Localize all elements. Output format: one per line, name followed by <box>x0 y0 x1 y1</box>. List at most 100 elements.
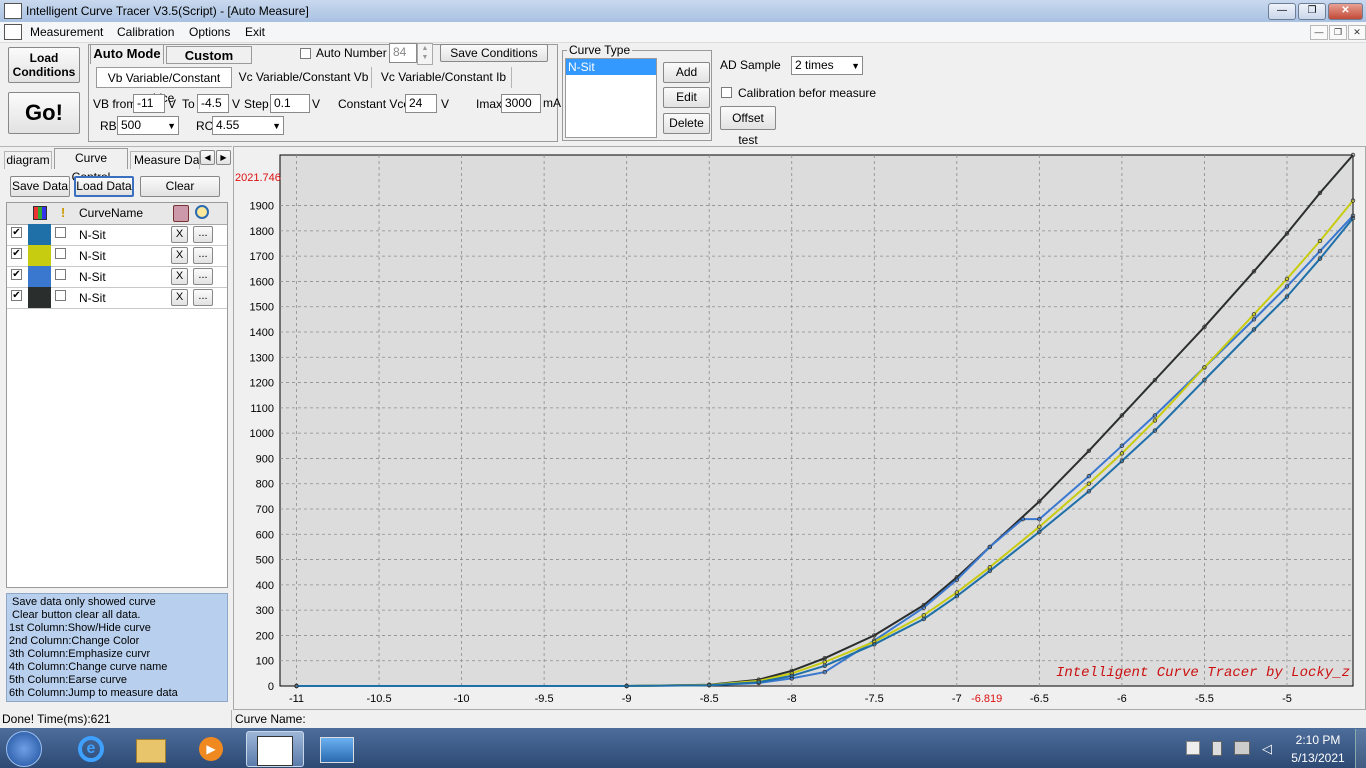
delete-button[interactable]: Delete <box>663 113 710 134</box>
curve-color-swatch[interactable] <box>28 224 51 245</box>
save-conditions-button[interactable]: Save Conditions <box>440 44 548 62</box>
clock-time[interactable]: 2:10 PM <box>1288 733 1348 747</box>
taskbar-ie-icon[interactable]: e <box>62 731 120 767</box>
action-center-icon[interactable] <box>1186 741 1200 755</box>
jump-to-data-button[interactable]: ... <box>193 289 213 306</box>
curve-name-status: Curve Name: <box>235 712 306 726</box>
show-curve-checkbox[interactable]: ✔ <box>11 290 22 301</box>
auto-number-checkbox[interactable] <box>300 48 311 59</box>
mdi-restore-icon[interactable]: ❐ <box>1329 25 1347 40</box>
imax-label: Imax <box>476 97 503 111</box>
curve-color-swatch[interactable] <box>28 287 51 308</box>
curve-name[interactable]: N-Sit <box>79 249 106 263</box>
tab-scroll-left-icon[interactable]: ◀ <box>200 150 215 165</box>
mdi-doc-icon[interactable] <box>4 24 22 40</box>
rb-chevron-down-icon[interactable]: ▼ <box>167 119 176 133</box>
auto-number-spinner[interactable]: ▲ ▼ <box>417 43 433 65</box>
clock-date[interactable]: 5/13/2021 <box>1284 751 1352 765</box>
help-line: 1st Column:Show/Hide curve <box>9 622 151 634</box>
tab-diagram[interactable]: diagram <box>4 151 52 169</box>
add-button[interactable]: Add <box>663 62 710 83</box>
jump-to-data-button[interactable]: ... <box>193 268 213 285</box>
close-button[interactable]: ✕ <box>1328 3 1363 20</box>
show-curve-checkbox[interactable]: ✔ <box>11 248 22 259</box>
jump-to-data-button[interactable]: ... <box>193 247 213 264</box>
vb-from-input[interactable]: -11 <box>133 94 165 113</box>
curve-name[interactable]: N-Sit <box>79 291 106 305</box>
to-unit: V <box>232 97 241 111</box>
show-desktop-button[interactable] <box>1355 729 1366 768</box>
load-conditions-button[interactable]: Load Conditions <box>8 47 80 83</box>
curve-name[interactable]: N-Sit <box>79 270 106 284</box>
mdi-close-icon[interactable]: ✕ <box>1348 25 1366 40</box>
volume-icon[interactable]: ◁ <box>1262 741 1272 757</box>
tab-vb-variable[interactable]: Vb Variable/Constant Vce <box>96 67 232 105</box>
erase-curve-button[interactable]: X <box>171 247 188 264</box>
help-line: 6th Column:Jump to measure data <box>9 687 178 699</box>
imax-input[interactable]: 3000 <box>501 94 541 113</box>
emphasize-checkbox[interactable] <box>55 248 66 259</box>
jump-to-data-button[interactable]: ... <box>193 226 213 243</box>
load-data-button[interactable]: Load Data <box>74 176 134 197</box>
menu-calibration[interactable]: Calibration <box>117 25 174 39</box>
erase-curve-button[interactable]: X <box>171 226 188 243</box>
curve-type-list[interactable]: N-Sit <box>565 58 657 138</box>
taskbar-media-player-icon[interactable]: ▶ <box>182 731 240 767</box>
y-tick-label: 400 <box>256 580 274 592</box>
menu-exit[interactable]: Exit <box>245 25 265 39</box>
usb-device-icon[interactable] <box>1212 741 1222 756</box>
erase-curve-button[interactable]: X <box>171 289 188 306</box>
taskbar-explorer-icon[interactable] <box>122 731 180 767</box>
show-curve-checkbox[interactable]: ✔ <box>11 227 22 238</box>
tab-scroll-right-icon[interactable]: ▶ <box>216 150 231 165</box>
edit-button[interactable]: Edit <box>663 87 710 108</box>
menu-measurement[interactable]: Measurement <box>30 25 103 39</box>
tabs-divider <box>0 146 232 147</box>
erase-curve-button[interactable]: X <box>171 268 188 285</box>
menu-options[interactable]: Options <box>189 25 230 39</box>
save-data-button[interactable]: Save Data <box>10 176 70 197</box>
curve-name[interactable]: N-Sit <box>79 228 106 242</box>
auto-number-input[interactable]: 84 <box>389 43 417 63</box>
restore-button[interactable]: ❐ <box>1298 3 1326 20</box>
tab-vc-variable-ib[interactable]: Vc Variable/Constant Ib <box>376 67 512 88</box>
calibration-checkbox[interactable] <box>721 87 732 98</box>
tab-measure-data[interactable]: Measure Data <box>130 151 200 169</box>
emphasize-checkbox[interactable] <box>55 290 66 301</box>
show-curve-checkbox[interactable]: ✔ <box>11 269 22 280</box>
tab-custom-mode[interactable]: Custom Mode <box>166 46 252 80</box>
curve-type-item[interactable]: N-Sit <box>566 59 656 75</box>
app-icon[interactable] <box>4 3 22 19</box>
imax-unit: mA <box>543 96 561 110</box>
x-tick-label: -5.5 <box>1195 693 1214 705</box>
rb-select[interactable]: 500 ▼ <box>117 116 179 135</box>
tab-curve-control[interactable]: Curve Control <box>54 148 128 184</box>
taskbar-curve-tracer-icon[interactable] <box>246 731 304 767</box>
step-input[interactable]: 0.1 <box>270 94 310 113</box>
iv-curve-chart[interactable]: -11 -10.5 -10 -9.5 -9 -8.5 -8 -7.5 -7 -6.5 -6 -5.5 -… <box>233 146 1366 710</box>
y-tick-label: 0 <box>268 681 274 693</box>
help-line: 2nd Column:Change Color <box>9 635 140 647</box>
tab-vc-variable-vb[interactable]: Vc Variable/Constant Vb <box>236 67 372 88</box>
emphasize-checkbox[interactable] <box>55 269 66 280</box>
emphasize-checkbox[interactable] <box>55 227 66 238</box>
taskbar-image-viewer-icon[interactable] <box>308 731 366 767</box>
minimize-button[interactable]: — <box>1268 3 1296 20</box>
y-tick-label: 1800 <box>250 226 274 238</box>
network-icon[interactable] <box>1234 741 1250 755</box>
ad-sample-select[interactable]: 2 times ▼ <box>791 56 863 75</box>
go-button[interactable]: Go! <box>8 92 80 134</box>
to-input[interactable]: -4.5 <box>197 94 229 113</box>
curve-color-swatch[interactable] <box>28 266 51 287</box>
curve-color-swatch[interactable] <box>28 245 51 266</box>
ad-chevron-down-icon[interactable]: ▼ <box>851 59 860 73</box>
clear-button[interactable]: Clear <box>140 176 220 197</box>
x-tick-label: -11 <box>289 693 304 705</box>
mdi-minimize-icon[interactable]: — <box>1310 25 1328 40</box>
offset-test-button[interactable]: Offset test <box>720 106 776 147</box>
constant-vce-input[interactable]: 24 <box>405 94 437 113</box>
rc-select[interactable]: 4.55 ▼ <box>212 116 284 135</box>
rc-chevron-down-icon[interactable]: ▼ <box>272 119 281 133</box>
tab-auto-mode[interactable]: Auto Mode <box>90 44 164 64</box>
start-button-icon[interactable] <box>6 731 42 767</box>
